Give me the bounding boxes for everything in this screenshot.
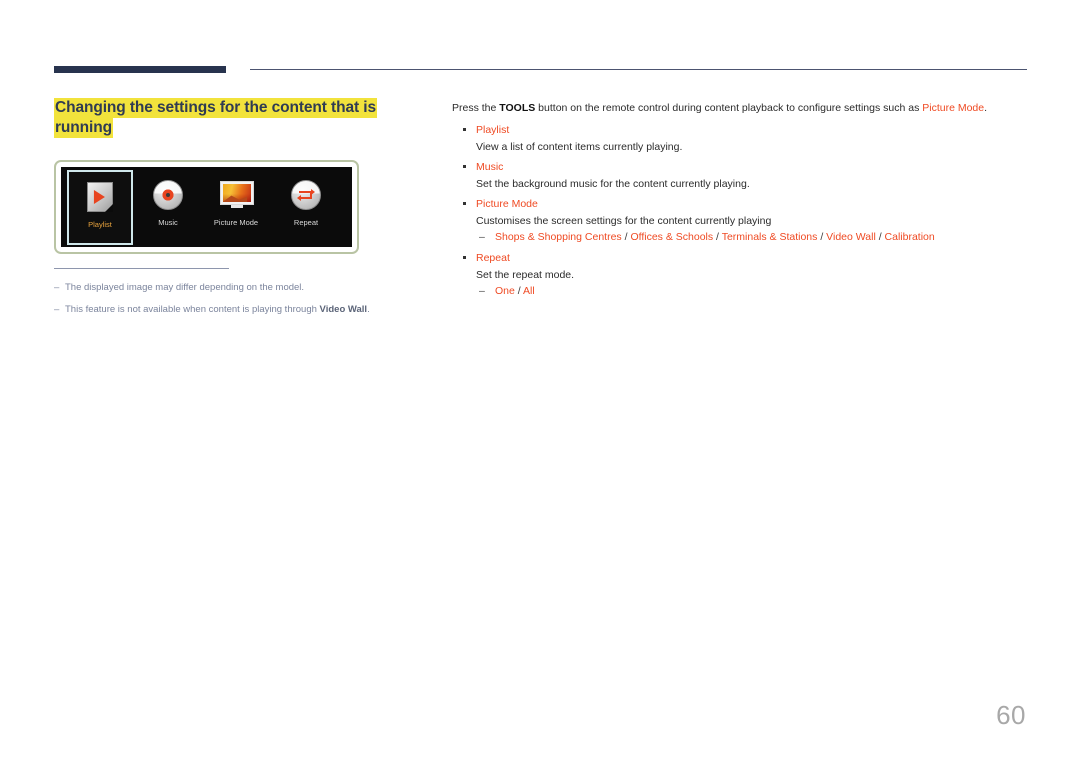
bullet-title: Picture Mode [476,198,538,210]
intro-part3: . [984,102,988,114]
suboption-label: Offices & Schools [630,231,714,243]
suboption-label: Video Wall [826,231,876,243]
playlist-document-play-icon [84,181,116,213]
device-osd-screen: Playlist Music Picture Mode Repeat [61,167,352,247]
bullet-title: Music [476,161,504,173]
suboption-label: One [495,285,515,297]
page-title-highlight: Changing the settings for the content th… [54,98,378,138]
osd-tile-picture-mode[interactable]: Picture Mode [203,170,269,245]
header-rule-thick [54,66,226,73]
intro-part1: Press the [452,102,500,114]
tools-button-keyword: TOOLS [499,102,536,114]
intro-paragraph: Press the TOOLS button on the remote con… [452,100,1028,116]
bullet-description: Set the background music for the content… [476,178,750,190]
suboption-label: Calibration [884,231,935,243]
osd-tile-label-repeat: Repeat [293,218,319,227]
bullet-description: Set the repeat mode. [476,269,575,281]
osd-tile-playlist[interactable]: Playlist [67,170,133,245]
note-item: – The displayed image may differ dependi… [54,281,454,295]
suboption-row: One / All [476,283,1028,300]
intro-accent-keyword: Picture Mode [922,102,985,114]
option-separator: / [875,231,885,243]
intro-part2: button on the remote control during cont… [535,102,923,114]
bullet-title: Repeat [476,252,510,264]
notes-divider [54,268,229,269]
suboption-label: Shops & Shopping Centres [495,231,622,243]
device-screenshot-frame: Playlist Music Picture Mode Repeat [54,160,359,254]
settings-list: Playlist View a list of content items cu… [452,122,1028,300]
list-item: Picture Mode Customises the screen setti… [452,196,1028,246]
option-separator: / [817,231,827,243]
page-number: 60 [996,700,1026,730]
note-text-bold: Video Wall [319,304,368,315]
bullet-description: View a list of content items currently p… [476,141,683,153]
note-text-before: This feature is not available when conte… [65,304,320,315]
note-text: This feature is not available when conte… [65,303,370,317]
bullet-description: Customises the screen settings for the c… [476,215,772,227]
list-item: Playlist View a list of content items cu… [452,122,1028,155]
music-cd-disc-icon [152,179,184,211]
suboption-label: All [523,285,535,297]
left-column: Changing the settings for the content th… [54,98,434,138]
repeat-loop-arrows-icon [290,179,322,211]
osd-tile-label-playlist: Playlist [88,220,112,229]
list-item: Repeat Set the repeat mode. One / All [452,250,1028,300]
osd-tile-label-music: Music [158,218,178,227]
header-rule-thin [250,69,1027,70]
option-separator: / [713,231,722,243]
option-separator: / [514,285,524,297]
right-column: Press the TOOLS button on the remote con… [452,100,1028,304]
note-text: The displayed image may differ depending… [65,282,305,293]
osd-tile-label-picture-mode: Picture Mode [213,218,259,227]
notes-section: – The displayed image may differ dependi… [54,268,454,325]
note-item: – This feature is not available when con… [54,303,454,317]
suboption-label: Terminals & Stations [721,231,818,243]
note-dash: – [54,282,60,293]
note-dash: – [54,304,60,315]
picture-mode-monitor-icon [220,179,254,211]
list-item: Music Set the background music for the c… [452,159,1028,192]
osd-tile-music[interactable]: Music [135,170,201,245]
suboption-row: Shops & Shopping Centres / Offices & Sch… [476,229,1028,246]
page-title: Changing the settings for the content th… [54,98,379,138]
osd-tile-repeat[interactable]: Repeat [273,170,339,245]
note-text-after: . [367,304,370,315]
bullet-title: Playlist [476,124,510,136]
